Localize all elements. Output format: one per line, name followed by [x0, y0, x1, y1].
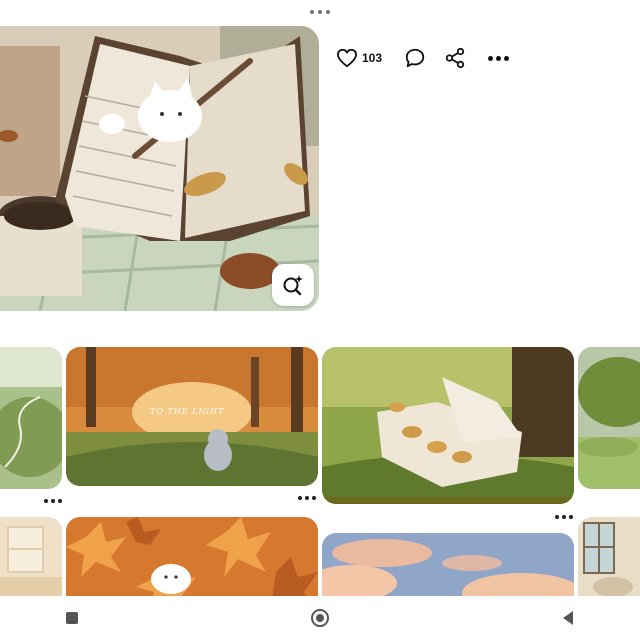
comment-button[interactable] — [404, 47, 426, 69]
tile-image — [578, 517, 640, 607]
more-dot — [555, 515, 559, 519]
more-dot — [58, 499, 62, 503]
share-icon — [445, 47, 465, 69]
back-triangle-icon — [563, 611, 573, 625]
more-dot — [51, 499, 55, 503]
tile-more-button[interactable] — [42, 497, 64, 505]
like-count: 103 — [362, 51, 383, 65]
tile-more-button[interactable] — [553, 513, 575, 521]
tile-caption: TO THE LIGHT — [150, 407, 225, 416]
pin-tile-window-right[interactable] — [578, 517, 640, 607]
more-dot — [569, 515, 573, 519]
back-button[interactable] — [546, 596, 590, 640]
pin-tile-open-book[interactable] — [322, 347, 574, 504]
tile-image — [0, 347, 62, 489]
more-dot — [496, 55, 502, 61]
pin-tile-autumn-woods[interactable] — [66, 347, 318, 486]
more-dot — [312, 496, 316, 500]
visual-search-button[interactable] — [272, 264, 314, 306]
recent-apps-button[interactable] — [50, 596, 94, 640]
handle-dot — [318, 10, 322, 14]
system-navigation-bar — [0, 596, 640, 640]
more-dot — [504, 55, 510, 61]
home-button[interactable] — [298, 596, 342, 640]
tile-image — [66, 347, 318, 486]
tile-image — [322, 347, 574, 504]
home-circle-icon — [311, 609, 329, 627]
handle-dot — [310, 10, 314, 14]
pin-illustration — [0, 26, 319, 311]
sheet-drag-handle[interactable] — [308, 6, 332, 18]
square-icon — [66, 612, 78, 624]
share-button[interactable] — [444, 47, 466, 69]
pin-tile-room-left[interactable] — [0, 517, 62, 607]
pin-tile-meadow-right[interactable] — [578, 347, 640, 489]
handle-dot — [326, 10, 330, 14]
comment-icon — [405, 48, 425, 68]
tile-image — [578, 347, 640, 489]
tile-more-button[interactable] — [296, 494, 318, 502]
more-dot — [298, 496, 302, 500]
more-dot — [562, 515, 566, 519]
more-dot — [305, 496, 309, 500]
pin-tile-forest-left[interactable] — [0, 347, 62, 489]
pin-main-image[interactable] — [0, 26, 319, 311]
pin-tile-maple-leaves[interactable] — [66, 517, 318, 607]
more-options-button[interactable] — [488, 55, 510, 61]
tile-image — [66, 517, 318, 607]
like-button[interactable]: 103 — [336, 48, 404, 68]
pin-action-bar: 103 — [336, 44, 510, 72]
tile-image — [0, 517, 62, 607]
heart-icon — [336, 48, 357, 68]
more-dot — [44, 499, 48, 503]
visual-search-icon — [283, 275, 303, 296]
more-icon — [488, 55, 494, 61]
home-dot — [316, 614, 324, 622]
